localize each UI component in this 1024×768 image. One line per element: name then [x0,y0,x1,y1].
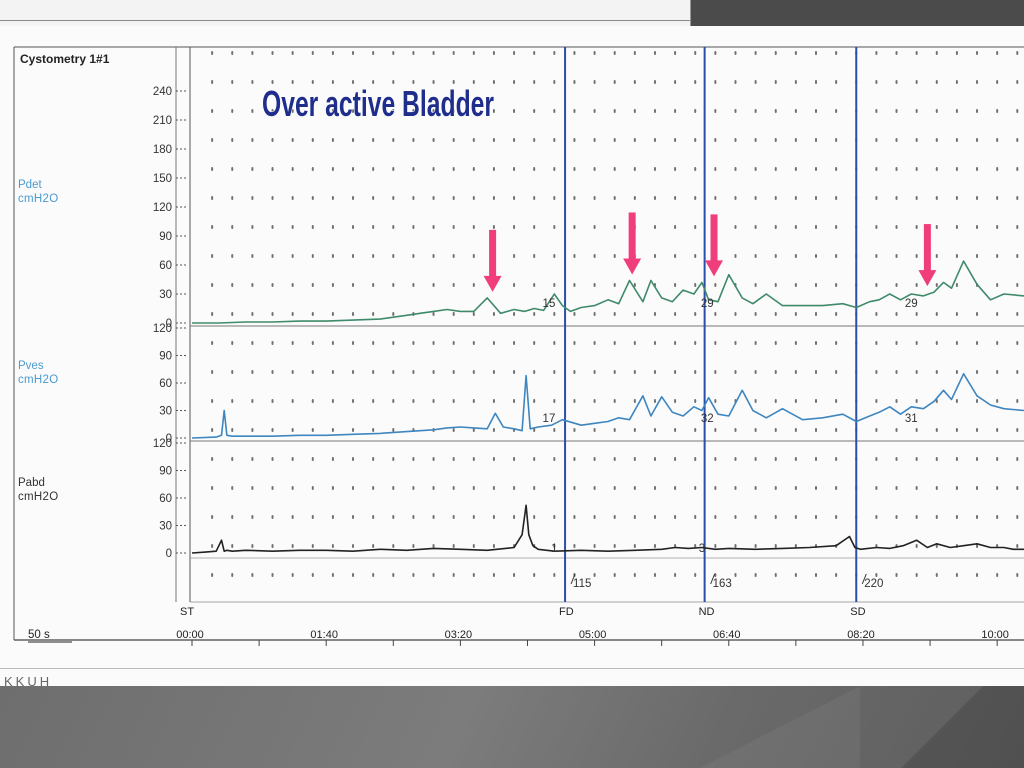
value-label: 29 [701,298,714,310]
arrow-shaft [489,229,497,278]
bottom-facet [700,686,860,768]
event-label: FD [559,606,574,618]
y-tick-label: 60 [159,493,172,505]
y-tick-label: 120 [153,202,172,214]
event-markers [564,47,858,602]
y-tick-label: 150 [153,173,172,185]
trace-pves [191,372,1024,439]
pressure-traces [191,260,1024,554]
volume-label: 220 [864,578,883,590]
y-tick-label: 0 [166,548,172,560]
channel-name: Pves [18,360,44,372]
x-tick-label: 03:20 [445,629,473,641]
event-label: ND [699,606,715,618]
channel-name: Pdet [18,179,42,191]
trace-pdet [192,260,1024,324]
y-tick-label: 60 [159,378,172,390]
y-tick-label: 30 [159,406,172,418]
y-tick-label: 30 [159,521,172,533]
arrow-head [623,258,642,275]
x-tick-label: 05:00 [579,629,607,641]
y-tick-label: 90 [159,231,172,243]
y-tick-label: 120 [153,438,172,450]
event-label: SD [850,606,865,618]
event-label: ST [180,606,194,618]
value-labels: 15 29 29 17 32 31 1 3 115 163 220 [543,298,918,590]
chart-title: Cystometry 1#1 [20,52,110,66]
value-label: 3 [699,543,705,555]
y-tick-label: 210 [153,115,172,127]
slide-title: Over active Bladder [262,83,494,124]
volume-label: 115 [573,578,591,590]
arrow-head [705,260,724,277]
channel-name: Pabd [18,477,45,489]
value-label: 31 [905,413,918,425]
channel-unit: cmH2O [18,374,58,386]
trace-pabd [191,504,1024,554]
x-tick-label: 10:00 [981,629,1009,641]
arrow-head [483,275,502,292]
x-tick-label: 06:40 [713,629,741,641]
scale-bar-label: 50 s [28,629,50,641]
y-tick-label: 180 [153,144,172,156]
channel-unit: cmH2O [18,193,58,205]
x-tick-label: 08:20 [847,629,875,641]
bottom-facet-dark [900,686,1024,768]
value-label: 17 [543,413,556,425]
arrow-head [918,270,937,287]
arrow-shaft [710,214,718,263]
y-tick-label: 90 [159,466,172,478]
x-tick-label: 01:40 [310,629,338,641]
x-tick-label: 00:00 [176,629,204,641]
arrow-shaft [923,224,931,273]
annotation-arrows [483,212,937,292]
arrow-shaft [628,212,636,261]
value-label: 1 [551,543,557,555]
y-tick-label: 30 [159,289,172,301]
volume-label: 163 [713,578,732,590]
y-tick-label: 90 [159,351,172,363]
y-tick-label: 240 [153,86,172,98]
cystometry-chart: 0306090120150180210240PdetcmH2O030609012… [13,46,1024,646]
value-label: 15 [543,298,556,310]
slide-bottom-band [0,686,1024,768]
y-tick-label: 60 [159,260,172,272]
value-label: 29 [905,298,918,310]
value-label: 32 [701,413,714,425]
channel-unit: cmH2O [18,491,58,503]
y-tick-label: 120 [153,323,172,335]
